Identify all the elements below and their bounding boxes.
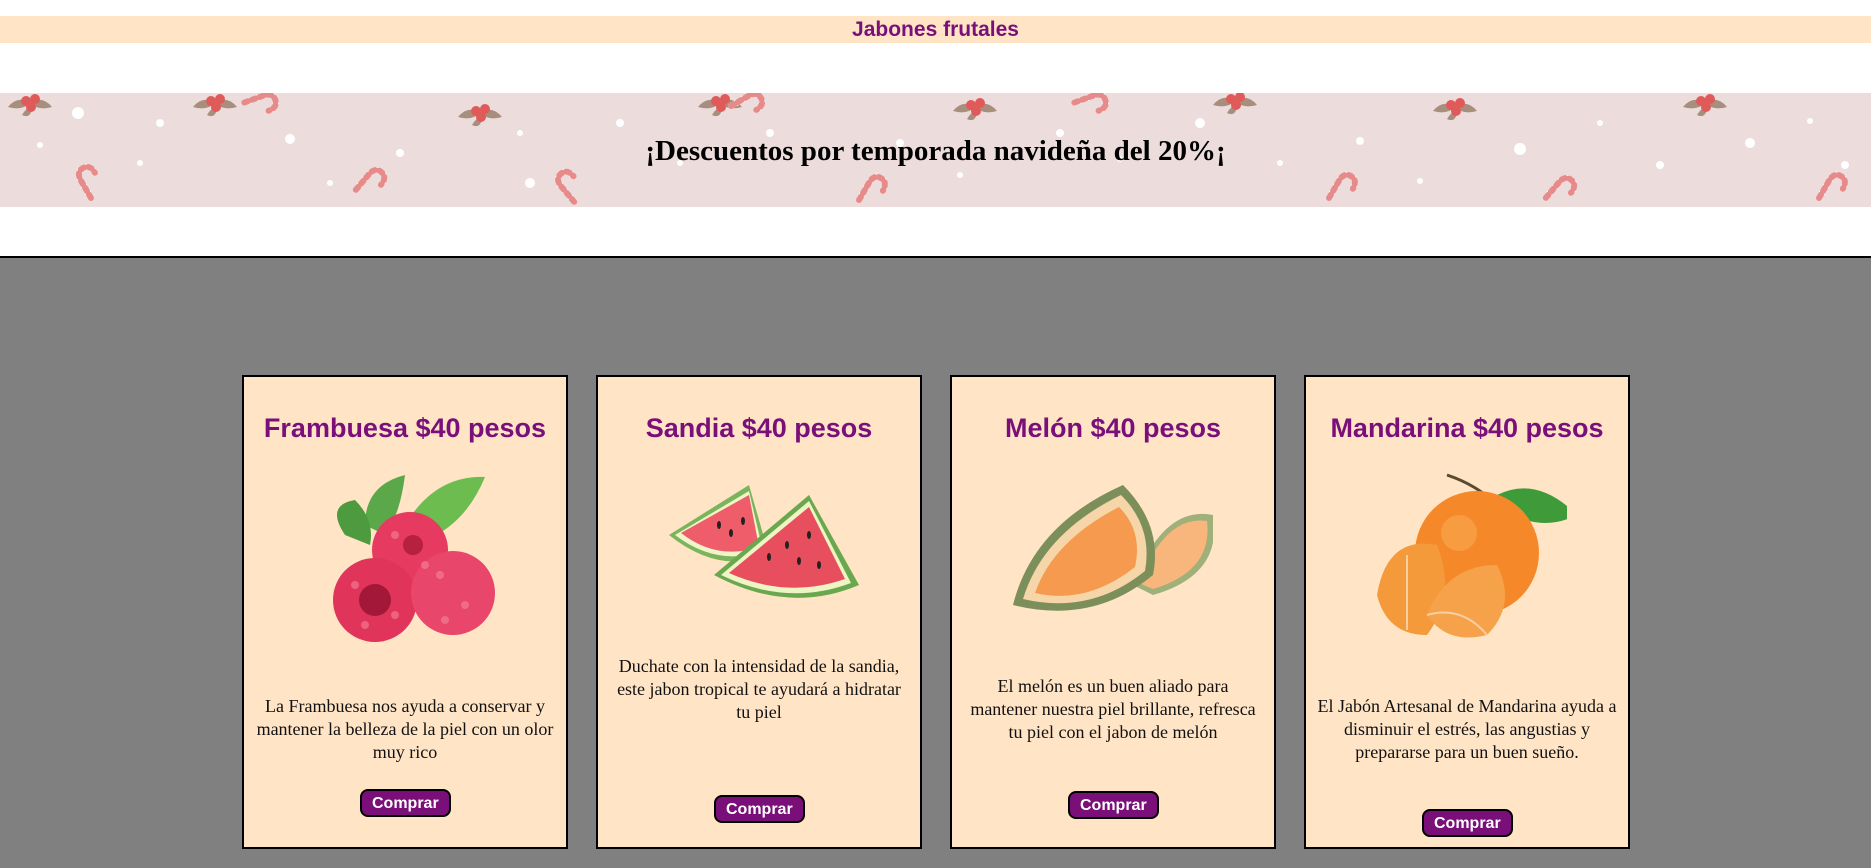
product-card-mandarina: Mandarina $40 pesos El Jabón Artesanal d… <box>1304 375 1630 849</box>
product-description: El Jabón Artesanal de Mandarina ayuda a … <box>1317 696 1617 762</box>
product-card-melon: Melón $40 pesos El melón es un buen alia… <box>950 375 1276 849</box>
top-header-bar: Jabones frutales <box>0 16 1871 43</box>
product-card-sandia: Sandia $40 pesos Duchate con la intensid… <box>596 375 922 849</box>
tangerine-image <box>1377 473 1567 638</box>
product-title: Sandia $40 pesos <box>645 413 873 443</box>
product-title: Frambuesa $40 pesos <box>263 413 547 443</box>
buy-button[interactable]: Comprar <box>360 789 451 817</box>
buy-button[interactable]: Comprar <box>1068 791 1159 819</box>
site-title: Jabones frutales <box>852 18 1019 41</box>
buy-button[interactable]: Comprar <box>1422 809 1513 837</box>
product-description: El melón es un buen aliado para mantener… <box>970 676 1256 742</box>
product-title: Mandarina $40 pesos <box>1330 413 1604 443</box>
watermelon-image <box>669 485 859 598</box>
product-description: La Frambuesa nos ayuda a conservar y man… <box>256 696 554 762</box>
product-card-frambuesa: Frambuesa $40 pesos La Frambuesa nos ayu… <box>242 375 568 849</box>
discount-banner-text: ¡Descuentos por temporada navideña del 2… <box>645 135 1226 167</box>
raspberry-image <box>333 475 495 642</box>
buy-button[interactable]: Comprar <box>714 795 805 823</box>
products-section: Frambuesa $40 pesos La Frambuesa nos ayu… <box>0 256 1871 868</box>
product-title: Melón $40 pesos <box>1004 413 1222 443</box>
melon-image <box>1013 485 1213 611</box>
product-description: Duchate con la intensidad de la sandia, … <box>617 656 901 722</box>
christmas-banner: ¡Descuentos por temporada navideña del 2… <box>0 93 1871 207</box>
